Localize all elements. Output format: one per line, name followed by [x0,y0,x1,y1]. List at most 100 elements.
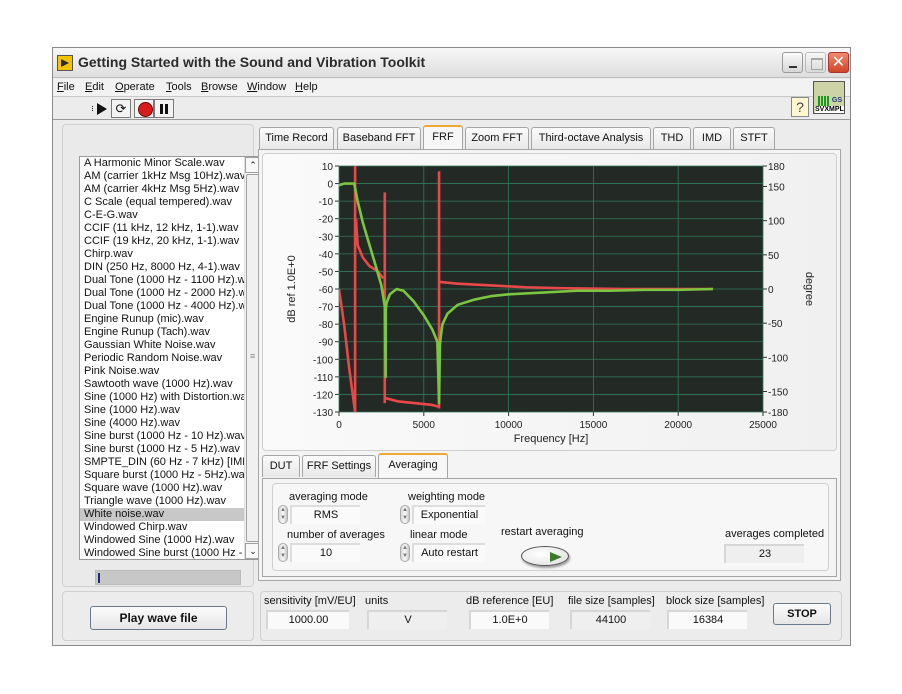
menu-bar: File Edit Operate Tools Browse Window He… [53,79,850,97]
menu-tools[interactable]: Tools [166,81,192,93]
file-list-item[interactable]: Sine (4000 Hz).wav [80,417,244,430]
y-tick-label: -50 [319,267,334,278]
minimize-button[interactable] [782,52,803,73]
block-size-field[interactable]: 16384 [667,610,747,629]
block-size-label: block size [samples] [666,595,765,607]
averaging-mode-ring[interactable]: ▲ ▼ RMS [278,505,363,524]
file-list-item[interactable]: Sine burst (1000 Hz - 5 Hz).wav [80,443,244,456]
tab-imd[interactable]: IMD [693,127,731,149]
menu-help[interactable]: Help [295,81,318,93]
run-continuously-icon[interactable]: ⟳ [111,99,131,118]
y-tick-label: 0 [327,180,333,191]
tab-time-record[interactable]: Time Record [259,127,334,149]
file-list-item[interactable]: Periodic Random Noise.wav [80,352,244,365]
y-tick-label: -100 [313,355,333,366]
file-list-item[interactable]: Square wave (1000 Hz).wav [80,482,244,495]
file-list-item[interactable]: Triangle wave (1000 Hz).wav [80,495,244,508]
tab-baseband-fft[interactable]: Baseband FFT [337,127,421,149]
file-list-item[interactable]: AM (carrier 1kHz Msg 10Hz).wav [80,170,244,183]
restart-averaging-label: restart averaging [501,526,584,538]
run-arrow-icon[interactable] [91,99,111,118]
ring-increment-decrement-icon[interactable]: ▲ ▼ [400,505,410,524]
file-list-item[interactable]: Square burst (1000 Hz - 5Hz).wav [80,469,244,482]
pause-icon[interactable] [154,99,174,118]
stop-button[interactable]: STOP [773,603,831,625]
menu-operate[interactable]: Operate [115,81,155,93]
ring-increment-decrement-icon[interactable]: ▲ ▼ [400,543,410,562]
file-list-item[interactable]: CCIF (11 kHz, 12 kHz, 1-1).wav [80,222,244,235]
y2-tick-label: -180 [768,408,788,419]
menu-file[interactable]: File [57,81,75,93]
tab-stft[interactable]: STFT [733,127,775,149]
file-list-item[interactable]: C-E-G.wav [80,209,244,222]
file-list-item[interactable]: Gaussian White Noise.wav [80,339,244,352]
number-of-averages-control[interactable]: ▲ ▼ 10 [278,543,363,562]
tab-zoom-fft[interactable]: Zoom FFT [465,127,529,149]
weighting-mode-value: Exponential [412,505,485,524]
units-label: units [365,595,389,607]
file-list-item[interactable]: C Scale (equal tempered).wav [80,196,244,209]
play-panel: Play wave file [62,591,254,641]
averages-completed-indicator: 23 [724,544,804,563]
menu-edit[interactable]: Edit [85,81,104,93]
menu-window[interactable]: Window [247,81,286,93]
subtab-frf-settings[interactable]: FRF Settings [302,455,376,477]
ring-increment-decrement-icon[interactable]: ▲ ▼ [278,505,288,524]
tab-thd[interactable]: THD [653,127,691,149]
y-tick-label: -70 [319,303,334,314]
front-panel: A Harmonic Minor Scale.wav AM (carrier 1k… [53,121,850,645]
file-list-item[interactable]: Sine burst (1000 Hz - 10 Hz).wav [80,430,244,443]
y2-tick-label: 0 [768,285,774,296]
file-list-item[interactable]: Dual Tone (1000 Hz - 4000 Hz).wav [80,300,244,313]
file-list-item[interactable]: Pink Noise.wav [80,365,244,378]
abort-execution-icon[interactable] [134,99,154,118]
close-button[interactable]: ✕ [828,52,849,73]
tab-third-octave-analysis[interactable]: Third-octave Analysis [531,127,651,149]
restart-averaging-button[interactable] [521,546,569,566]
file-list-item[interactable]: Engine Runup (Tach).wav [80,326,244,339]
numeric-increment-decrement-icon[interactable]: ▲ ▼ [278,543,288,562]
file-list-item[interactable]: Windowed Sine burst (1000 Hz - 10 Hz).wa… [80,547,244,559]
tab-frf[interactable]: FRF [423,125,463,150]
file-list-item[interactable]: Engine Runup (mic).wav [80,313,244,326]
db-reference-field[interactable]: 1.0E+0 [469,610,549,629]
file-list-item[interactable]: Chirp.wav [80,248,244,261]
averaging-mode-label: averaging mode [289,491,368,503]
frf-graph[interactable]: 10 0 -10 -20 -30 -40 -50 -60 -70 -80 -90 -100 -110 -1… [262,153,837,451]
file-list-item[interactable]: Sine (1000 Hz) with Distortion.wav [80,391,244,404]
play-wave-file-button[interactable]: Play wave file [90,606,227,630]
averaging-panel: averaging mode ▲ ▼ RMS weighting mode ▲ ▼ … [262,478,837,577]
x-tick-label: 25000 [749,420,777,431]
file-list-item[interactable]: White noise.wav [80,508,244,521]
linear-mode-ring[interactable]: ▲ ▼ Auto restart [400,543,485,562]
averages-completed-label: averages completed [725,528,825,540]
weighting-mode-ring[interactable]: ▲ ▼ Exponential [400,505,485,524]
sensitivity-field[interactable]: 1000.00 [266,610,349,629]
wave-file-listbox[interactable]: A Harmonic Minor Scale.wav AM (carrier 1k… [79,156,261,560]
file-list-item[interactable]: Dual Tone (1000 Hz - 2000 Hz).wav [80,287,244,300]
file-list-item[interactable]: Windowed Sine (1000 Hz).wav [80,534,244,547]
context-help-icon[interactable]: ? [791,97,809,117]
y-tick-label: 10 [322,162,334,173]
averaging-controls: averaging mode ▲ ▼ RMS weighting mode ▲ ▼ … [272,483,829,571]
number-of-averages-value[interactable]: 10 [290,543,360,562]
y-axis-label: dB ref 1.0E+0 [286,255,298,323]
menu-label: elp [302,81,318,93]
file-list-item[interactable]: Sine (1000 Hz).wav [80,404,244,417]
file-list-item[interactable]: SMPTE_DIN (60 Hz - 7 kHz) [IMD].wav [80,456,244,469]
file-list-item[interactable]: CCIF (19 kHz, 20 kHz, 1-1).wav [80,235,244,248]
file-items: A Harmonic Minor Scale.wav AM (carrier 1k… [80,157,260,559]
title-bar[interactable]: Getting Started with the Sound and Vibra… [53,48,850,78]
file-list-item[interactable]: AM (carrier 4kHz Msg 5Hz).wav [80,183,244,196]
file-list-item[interactable]: Sawtooth wave (1000 Hz).wav [80,378,244,391]
menu-label: perate [123,81,155,93]
y-tick-label: -60 [319,285,334,296]
menu-browse[interactable]: Browse [201,81,238,93]
file-list-item[interactable]: DIN (250 Hz, 8000 Hz, 4-1).wav [80,261,244,274]
file-list-item[interactable]: A Harmonic Minor Scale.wav [80,157,244,170]
subtab-averaging[interactable]: Averaging [378,453,448,478]
file-list-item[interactable]: Windowed Chirp.wav [80,521,244,534]
file-list-item[interactable]: Dual Tone (1000 Hz - 1100 Hz).wav [80,274,244,287]
maximize-button[interactable] [805,52,826,73]
subtab-dut[interactable]: DUT [262,455,300,477]
